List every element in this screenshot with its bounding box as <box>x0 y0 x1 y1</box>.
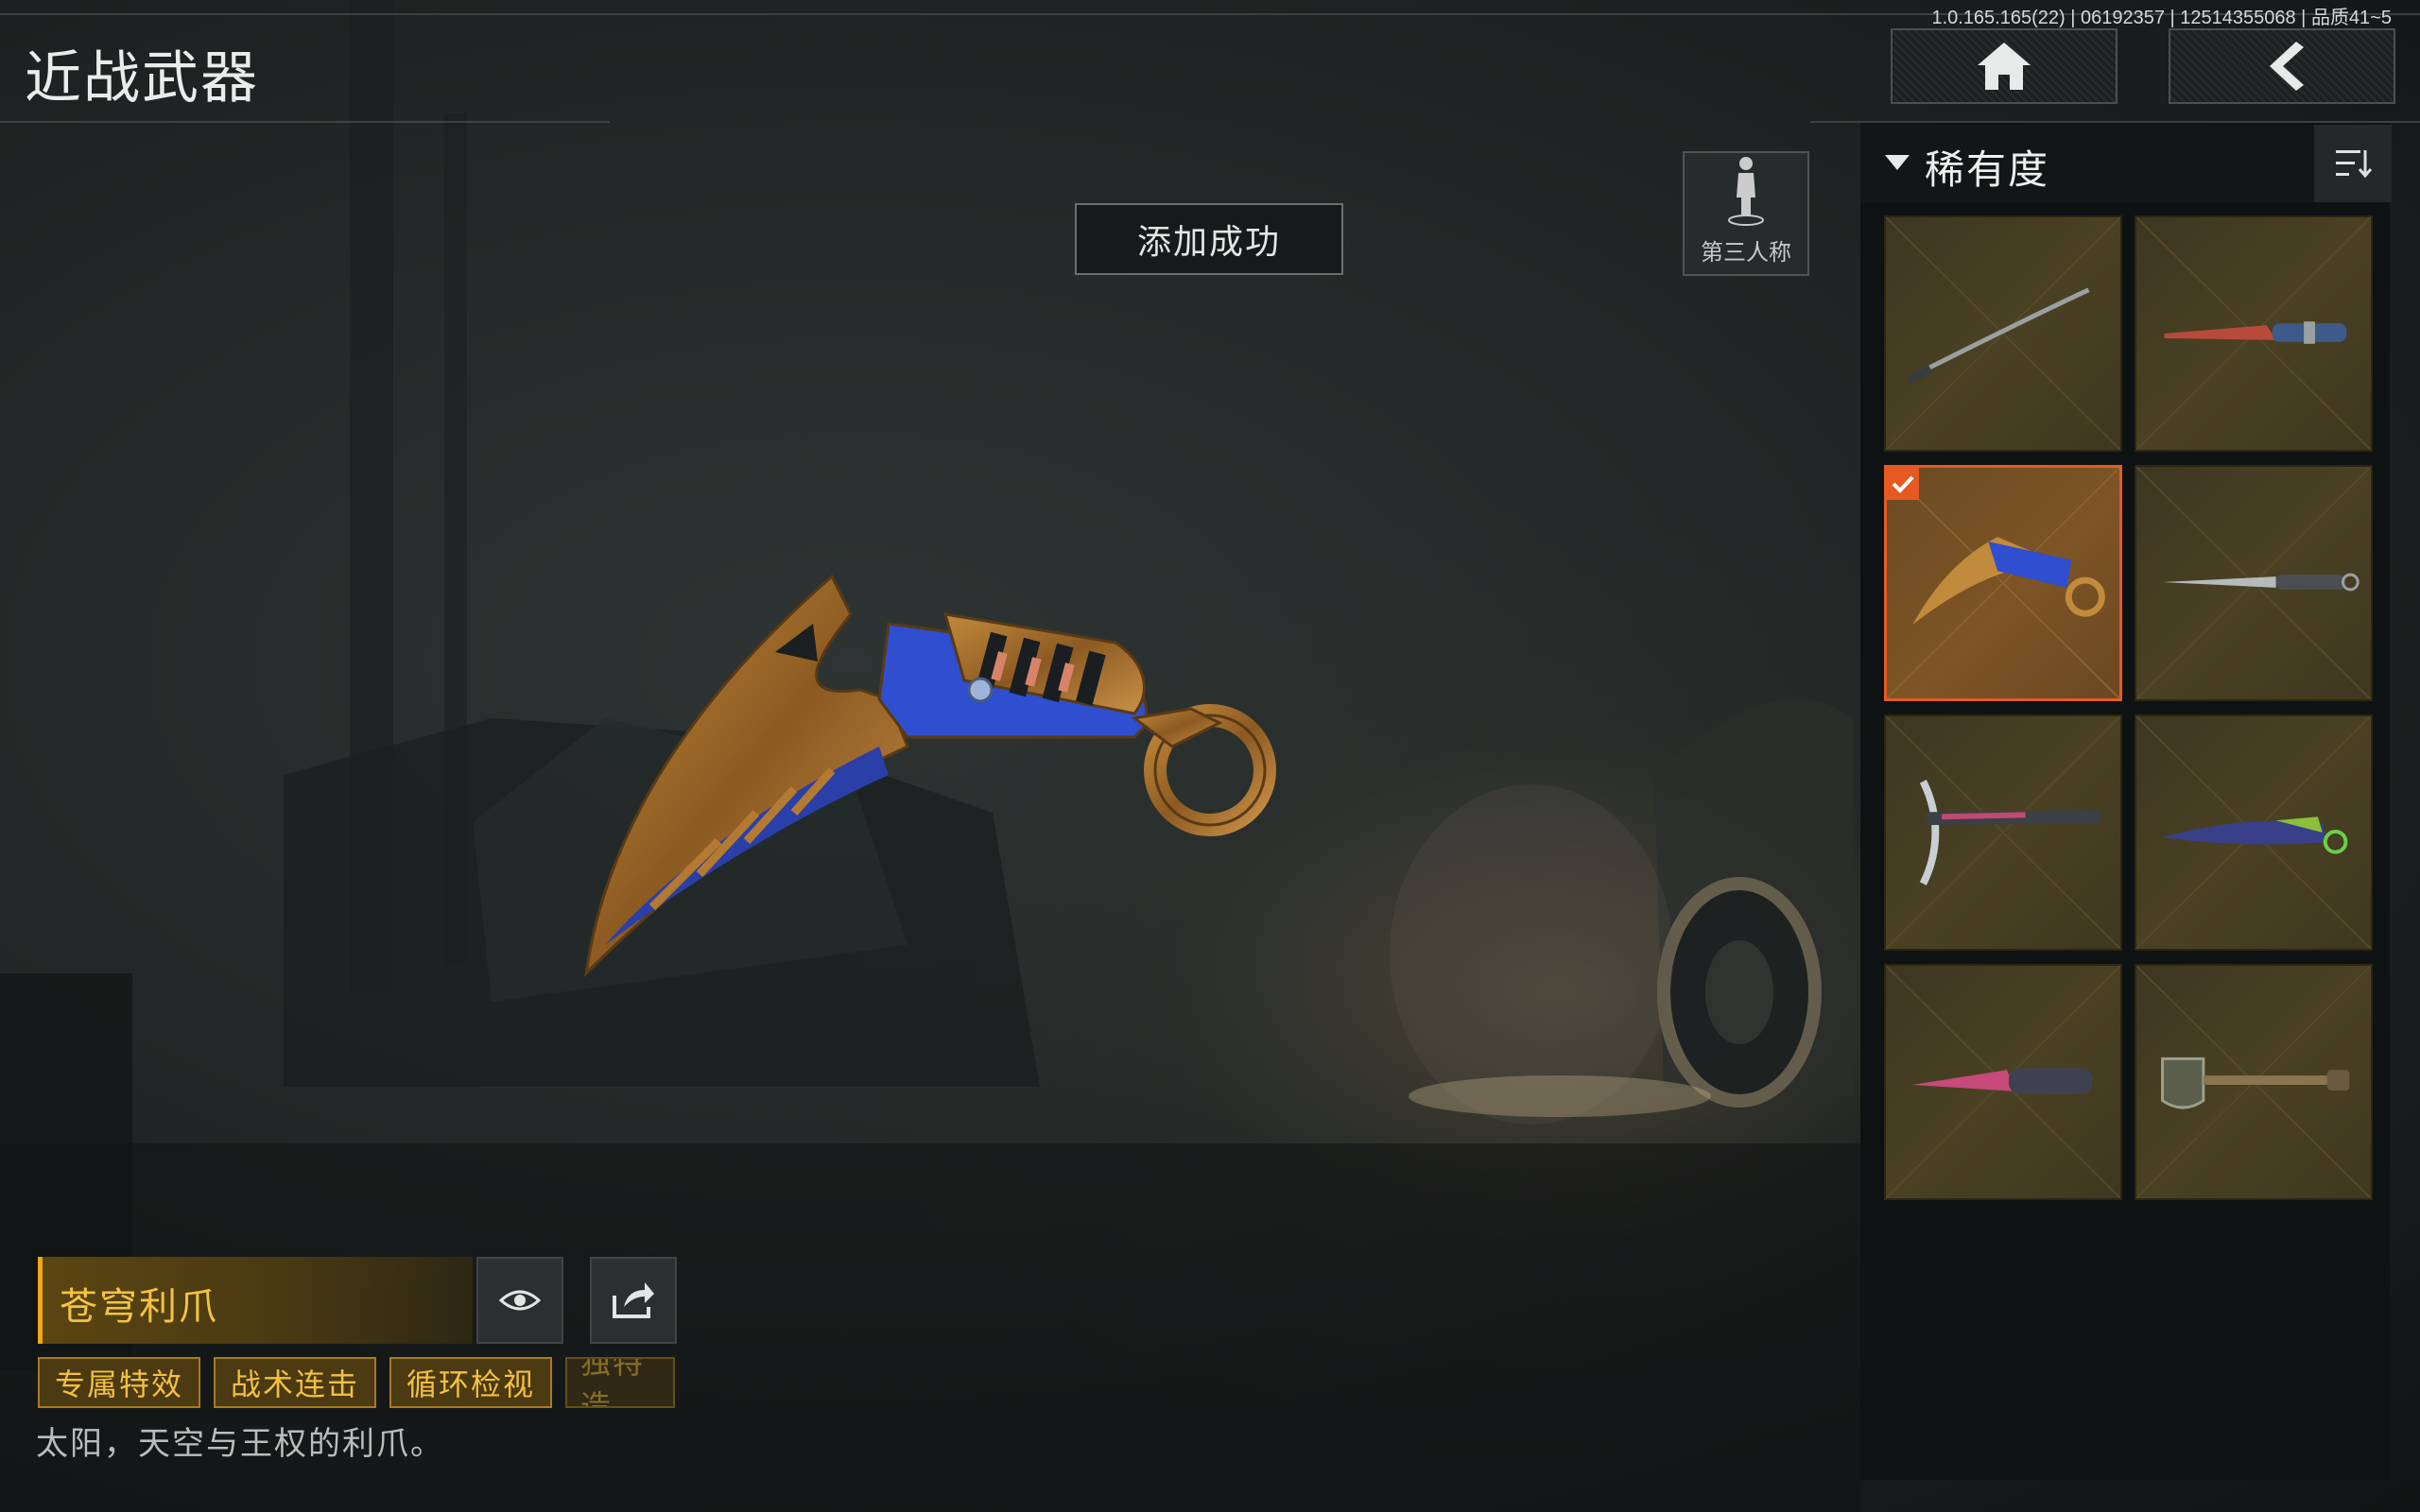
shovel-icon <box>2161 1057 2350 1109</box>
third-person-toggle[interactable]: 第三人称 <box>1683 151 1809 276</box>
preview-button[interactable] <box>476 1257 563 1344</box>
combat-knife-red-icon <box>2164 321 2347 344</box>
tag-loop-inspect: 循环检视 <box>389 1357 552 1408</box>
tag-tactical-combo: 战术连击 <box>214 1357 376 1408</box>
weapon-preview[interactable] <box>567 558 1286 992</box>
person-icon <box>1728 157 1764 226</box>
inventory-item[interactable] <box>1884 215 2122 452</box>
inventory-item[interactable] <box>2135 465 2373 701</box>
home-icon <box>1978 43 2031 90</box>
selected-check-icon <box>1887 468 1919 500</box>
version-info: 1.0.165.165(22) | 06192357 | 12514355068… <box>1931 8 2392 28</box>
weapon-description: 太阳，天空与王权的利爪。 <box>36 1425 444 1463</box>
inventory-item[interactable] <box>2135 964 2373 1200</box>
toast-message: 添加成功 <box>1075 203 1343 275</box>
sort-icon <box>2336 150 2372 179</box>
rarity-filter-label: 稀有度 <box>1925 146 2050 193</box>
chevron-left-icon <box>2270 42 2304 91</box>
pickaxe-icon <box>1919 780 2100 885</box>
game-screen: 近战武器 1.0.165.165(22) | 06192357 | 125143… <box>0 0 2420 1512</box>
weapon-name-bar: 苍穹利爪 <box>38 1257 473 1344</box>
title-underline <box>0 121 610 123</box>
weapon-name: 苍穹利爪 <box>60 1285 218 1329</box>
back-button[interactable] <box>2169 28 2395 104</box>
dagger-icon <box>2162 573 2360 592</box>
katana-icon <box>1906 287 2090 385</box>
inventory-item[interactable] <box>2135 215 2373 452</box>
page-title: 近战武器 <box>25 45 259 112</box>
inventory-item-selected[interactable] <box>1884 465 2122 701</box>
karambit-gold-blue-icon <box>1912 537 2105 625</box>
home-button[interactable] <box>1891 28 2118 104</box>
inventory-item[interactable] <box>2135 714 2373 951</box>
pink-knife-icon <box>1911 1068 2093 1094</box>
share-button[interactable] <box>590 1257 677 1344</box>
tag-unique: 独特造 <box>565 1357 675 1408</box>
tag-exclusive-effect: 专属特效 <box>38 1357 200 1408</box>
rarity-filter[interactable]: 稀有度 <box>1860 125 2390 202</box>
inventory-item[interactable] <box>1884 964 2122 1200</box>
sort-button[interactable] <box>2314 125 2392 202</box>
eye-icon <box>499 1290 541 1311</box>
inventory-item[interactable] <box>1884 714 2122 951</box>
karambit-blue-icon <box>2162 816 2348 854</box>
chevron-down-icon <box>1885 155 1910 170</box>
view-toggle-label: 第三人称 <box>1701 239 1791 266</box>
share-icon <box>613 1282 654 1318</box>
